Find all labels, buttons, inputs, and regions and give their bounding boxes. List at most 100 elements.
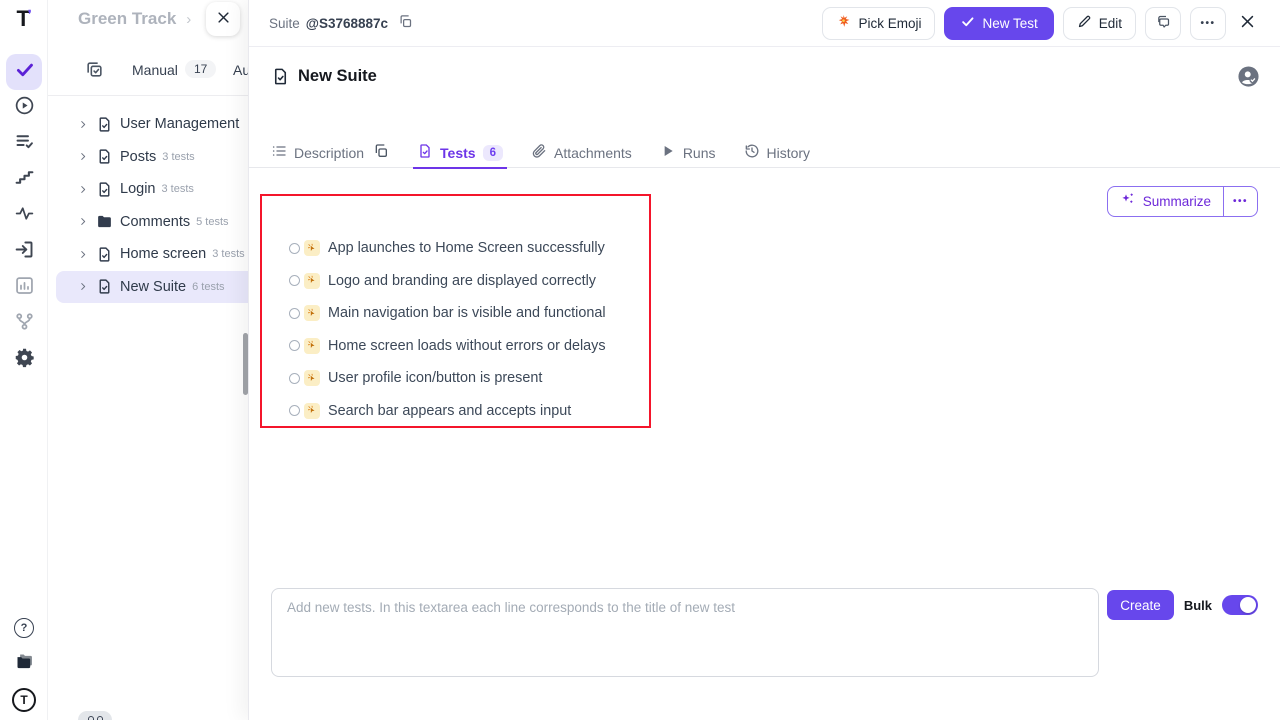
test-row[interactable]: Logo and branding are displayed correctl… [249,265,889,298]
rail-account-button[interactable]: T [6,682,42,718]
rail-branches-button[interactable] [6,306,42,342]
suite-doc-icon [96,148,113,165]
test-status-circle[interactable] [289,340,300,351]
chevron-right-icon[interactable] [78,216,88,227]
test-row[interactable]: App launches to Home Screen successfully [249,232,889,265]
rail-steps-button[interactable] [6,162,42,198]
test-status-circle[interactable] [289,275,300,286]
test-status-circle[interactable] [289,243,300,254]
create-button[interactable]: Create [1107,590,1174,620]
suite-tree-panel: Green Track› Manual 17 Automated User Ma… [48,0,248,720]
test-list: App launches to Home Screen successfully… [249,232,889,427]
manual-test-icon [304,338,320,354]
tree-count: 3 tests [161,183,193,195]
chevron-right-icon[interactable] [78,119,88,130]
import-box-icon [14,239,35,265]
summarize-more-button[interactable]: ••• [1223,187,1257,216]
edit-button[interactable]: Edit [1063,7,1136,40]
chevron-right-icon[interactable] [78,151,88,162]
tab-runs[interactable]: Runs [660,137,716,168]
manual-count-badge: 17 [185,60,216,78]
tree-row-login[interactable]: Login 3 tests [56,173,248,206]
page-title: New Suite [298,67,377,86]
new-test-button[interactable]: New Test [944,7,1053,40]
tab-label: History [767,145,811,161]
more-actions-button[interactable]: ••• [1190,7,1226,40]
app-logo[interactable]: T❜ [0,6,48,36]
rail-reports-button[interactable] [6,270,42,306]
rail-projects-button[interactable] [6,646,42,682]
ellipsis-icon: ••• [1200,18,1215,29]
tree-row-posts[interactable]: Posts 3 tests [56,141,248,174]
copy-icon[interactable] [373,143,389,162]
tree-label: Comments [120,214,190,230]
tab-label: Description [294,145,364,161]
new-tests-textarea[interactable] [271,588,1099,677]
suite-doc-icon [96,181,113,198]
bulk-label: Bulk [1184,598,1212,613]
tree-count: 5 tests [196,216,228,228]
summarize-button[interactable]: Summarize [1108,187,1223,216]
select-all-icon[interactable] [85,60,104,84]
tree-row-home-screen[interactable]: Home screen 3 tests [56,238,248,271]
tree-row-new-suite[interactable]: New Suite 6 tests [56,271,248,304]
test-title: Logo and branding are displayed correctl… [328,273,596,289]
tab-description[interactable]: Description [271,137,389,168]
chevron-right-icon: › [186,11,191,28]
summarize-label: Summarize [1143,194,1211,209]
tree-label: Login [120,181,155,197]
tab-tests[interactable]: Tests 6 [417,137,503,168]
suite-tabs: Description Tests 6 Attachments Runs His… [249,137,1280,168]
assignee-avatar[interactable] [1237,65,1260,88]
tree-row-user-management[interactable]: User Management [56,108,248,141]
test-row[interactable]: Search bar appears and accepts input [249,395,889,428]
folder-icon [96,213,113,230]
chevron-right-icon[interactable] [78,281,88,292]
tree-label: Home screen [120,246,206,262]
chevron-right-icon[interactable] [78,249,88,260]
rail-settings-button[interactable] [6,342,42,378]
test-status-circle[interactable] [289,308,300,319]
test-title: User profile icon/button is present [328,370,542,386]
rail-runs-button[interactable] [6,90,42,126]
rail-plans-button[interactable] [6,126,42,162]
pick-emoji-label: Pick Emoji [858,16,921,31]
close-suite-button[interactable] [1235,9,1260,37]
rail-tests-button[interactable] [6,54,42,90]
check-icon [14,59,35,85]
tree-row-comments[interactable]: Comments 5 tests [56,206,248,239]
chevron-right-icon[interactable] [78,184,88,195]
bulk-toggle[interactable] [1222,595,1258,615]
tab-history[interactable]: History [744,137,811,168]
rail-pulse-button[interactable] [6,198,42,234]
bar-chart-icon [14,275,35,301]
rail-help-button[interactable]: ? [6,610,42,646]
check-icon [960,14,975,32]
test-row[interactable]: Main navigation bar is visible and funct… [249,297,889,330]
suite-doc-icon [271,67,290,86]
copy-id-button[interactable] [394,10,417,36]
tab-attachments[interactable]: Attachments [531,137,632,168]
test-status-circle[interactable] [289,373,300,384]
pick-emoji-button[interactable]: Pick Emoji [822,7,935,40]
breadcrumb[interactable]: Green Track› [78,9,191,29]
comments-button[interactable] [1145,7,1181,40]
tab-manual[interactable]: Manual [132,62,178,78]
test-status-circle[interactable] [289,405,300,416]
manual-test-icon [304,305,320,321]
panel-close-button[interactable] [206,2,240,36]
composer-controls: Create Bulk [1107,590,1258,620]
tab-automated[interactable]: Automated [233,62,248,78]
test-row[interactable]: Home screen loads without errors or dela… [249,330,889,363]
suite-tree: User Management Posts 3 tests Login 3 te… [48,108,248,303]
close-icon [216,10,231,28]
manual-test-icon [304,403,320,419]
rail-import-button[interactable] [6,234,42,270]
test-row[interactable]: User profile icon/button is present [249,362,889,395]
tab-label: Attachments [554,145,632,161]
play-circle-icon [14,95,35,121]
test-title: Main navigation bar is visible and funct… [328,305,606,321]
suite-detail-panel: Suite @S3768887c Pick Emoji New Test Edi… [248,0,1280,720]
list-icon [271,143,287,162]
sparkles-icon [1120,192,1136,211]
